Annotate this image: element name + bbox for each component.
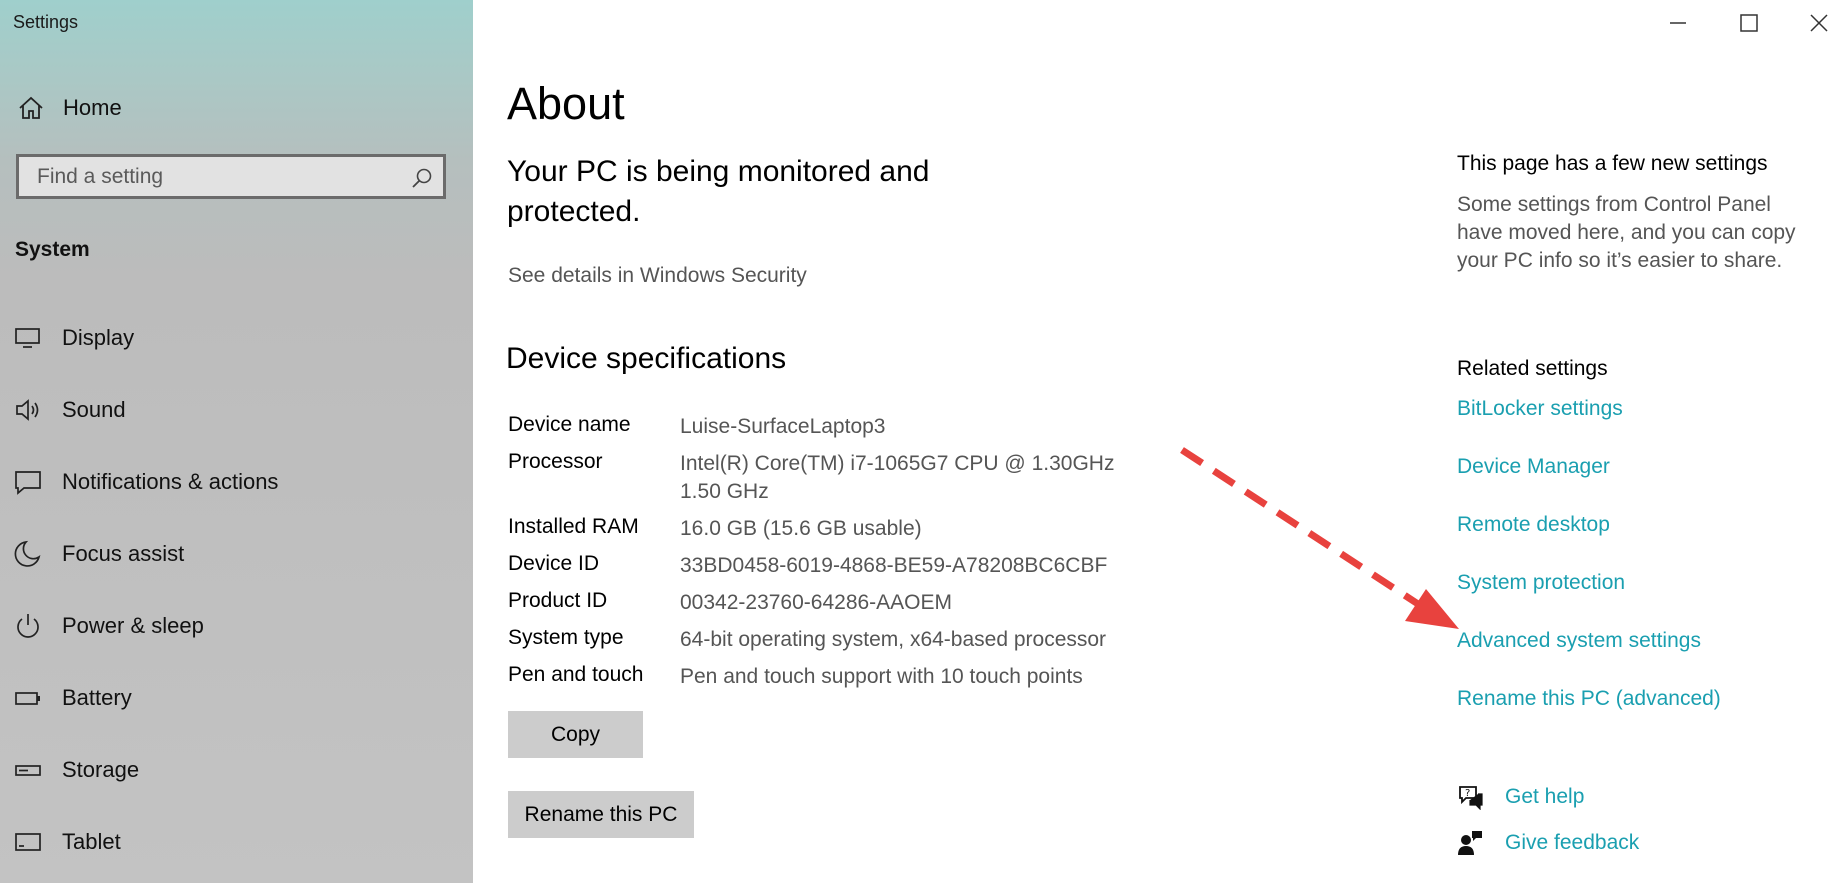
search-icon[interactable] bbox=[411, 167, 433, 189]
spec-label: Device ID bbox=[508, 552, 600, 575]
new-settings-description: Some settings from Control Panel have mo… bbox=[1457, 193, 1796, 272]
focus-assist-icon bbox=[14, 540, 41, 567]
power-icon bbox=[17, 614, 39, 638]
spec-value: 64-bit operating system, x64-based proce… bbox=[680, 628, 1107, 651]
sidebar-item-display[interactable]: Display bbox=[0, 310, 473, 366]
sidebar-item-focus-assist[interactable]: Focus assist bbox=[0, 526, 473, 582]
spec-value: 00342-23760-64286-AAOEM bbox=[680, 591, 953, 614]
spec-value: 33BD0458-6019-4868-BE59-A78208BC6CBF bbox=[680, 554, 1108, 577]
protection-status-message: Your PC is being monitored and protected… bbox=[507, 155, 930, 228]
battery-icon bbox=[15, 692, 40, 705]
windows-security-link[interactable]: See details in Windows Security bbox=[508, 264, 807, 288]
advanced-system-settings-link[interactable]: Advanced system settings bbox=[1457, 629, 1701, 653]
get-help-icon: ? bbox=[1459, 786, 1483, 810]
bitlocker-settings-link[interactable]: BitLocker settings bbox=[1457, 397, 1623, 421]
spec-label: Device name bbox=[508, 413, 631, 436]
search-input[interactable] bbox=[35, 163, 399, 190]
spec-label: Pen and touch bbox=[508, 663, 644, 686]
notifications-icon bbox=[15, 471, 41, 495]
sidebar: Settings Home System Display Sound bbox=[0, 0, 473, 883]
device-specs-heading: Device specifications bbox=[506, 342, 787, 375]
svg-text:?: ? bbox=[1465, 788, 1470, 799]
sidebar-item-home[interactable]: Home bbox=[0, 88, 473, 128]
give-feedback-icon bbox=[1458, 831, 1482, 855]
spec-value: 16.0 GB (15.6 GB usable) bbox=[680, 517, 922, 540]
home-icon bbox=[19, 96, 43, 119]
sidebar-item-label: Tablet bbox=[62, 829, 121, 854]
get-help-label: Get help bbox=[1505, 785, 1585, 808]
spec-value: Luise-SurfaceLaptop3 bbox=[680, 415, 886, 438]
sidebar-item-label: Sound bbox=[62, 397, 126, 422]
sidebar-item-label: Focus assist bbox=[62, 541, 185, 566]
sidebar-section-title: System bbox=[15, 238, 90, 261]
sound-icon bbox=[16, 399, 39, 421]
spec-label: System type bbox=[508, 626, 624, 649]
sidebar-item-notifications[interactable]: Notifications & actions bbox=[0, 454, 473, 510]
sidebar-item-sound[interactable]: Sound bbox=[0, 382, 473, 438]
sidebar-item-label: Power & sleep bbox=[62, 613, 204, 638]
spec-value: Intel(R) Core(TM) i7-1065G7 CPU @ 1.30GH… bbox=[680, 452, 1132, 503]
maximize-icon[interactable] bbox=[1729, 8, 1769, 38]
rename-pc-button[interactable]: Rename this PC bbox=[508, 791, 694, 838]
sidebar-item-label: Display bbox=[62, 325, 135, 350]
new-settings-heading: This page has a few new settings bbox=[1457, 152, 1768, 175]
storage-icon bbox=[15, 765, 41, 776]
give-feedback-label: Give feedback bbox=[1505, 831, 1640, 854]
spec-value: Pen and touch support with 10 touch poin… bbox=[680, 665, 1083, 688]
device-manager-link[interactable]: Device Manager bbox=[1457, 455, 1610, 479]
sidebar-item-tablet[interactable]: Tablet bbox=[0, 814, 473, 870]
spec-label: Installed RAM bbox=[508, 515, 639, 538]
copy-button[interactable]: Copy bbox=[508, 711, 643, 758]
related-settings-heading: Related settings bbox=[1457, 357, 1608, 380]
close-icon[interactable] bbox=[1799, 8, 1839, 38]
sidebar-item-label: Home bbox=[63, 95, 122, 120]
rename-pc-advanced-link[interactable]: Rename this PC (advanced) bbox=[1457, 687, 1721, 711]
sidebar-item-battery[interactable]: Battery bbox=[0, 670, 473, 726]
tablet-icon bbox=[15, 833, 41, 851]
sidebar-item-label: Storage bbox=[62, 757, 140, 782]
remote-desktop-link[interactable]: Remote desktop bbox=[1457, 513, 1610, 537]
sidebar-item-storage[interactable]: Storage bbox=[0, 742, 473, 798]
sidebar-item-label: Battery bbox=[62, 685, 132, 710]
display-icon bbox=[15, 328, 40, 348]
search-box bbox=[16, 154, 446, 199]
annotation-arrow bbox=[1180, 447, 1459, 629]
sidebar-item-power-sleep[interactable]: Power & sleep bbox=[0, 598, 473, 654]
sidebar-item-label: Notifications & actions bbox=[62, 469, 279, 494]
spec-label: Product ID bbox=[508, 589, 608, 612]
minimize-icon[interactable] bbox=[1658, 8, 1698, 38]
spec-label: Processor bbox=[508, 450, 603, 473]
page-title: About bbox=[507, 78, 625, 129]
app-title: Settings bbox=[13, 12, 79, 32]
system-protection-link[interactable]: System protection bbox=[1457, 571, 1625, 595]
